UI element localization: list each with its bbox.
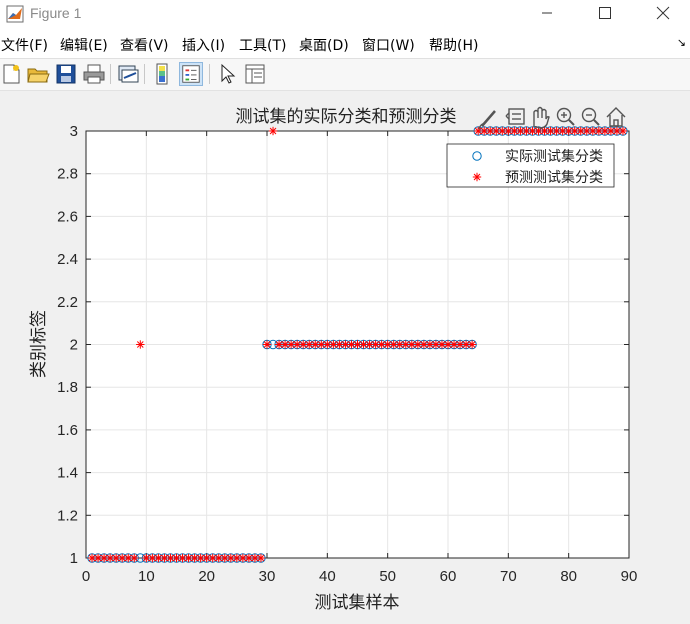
home-icon[interactable]	[606, 107, 626, 127]
x-tick-label: 50	[379, 568, 396, 585]
menu-help[interactable]: 帮助(H)	[429, 35, 478, 55]
figure-toolbar	[0, 59, 690, 91]
predicted-point	[256, 553, 266, 563]
x-tick-label: 0	[82, 568, 90, 585]
data-tips-icon[interactable]	[505, 108, 525, 125]
x-tick-label: 30	[259, 568, 276, 585]
predicted-point	[262, 340, 272, 349]
y-tick-label: 2.8	[57, 166, 78, 183]
y-tick-label: 2.2	[57, 294, 78, 311]
legend[interactable]: 实际测试集分类 预测测试集分类	[446, 143, 615, 188]
zoom-out-icon[interactable]	[581, 107, 600, 126]
y-tick-label: 2.4	[57, 251, 78, 268]
legend-actual-label: 实际测试集分类	[505, 148, 603, 165]
zoom-in-icon[interactable]	[556, 107, 575, 126]
predicted-point	[618, 126, 628, 136]
legend-predicted-marker	[472, 172, 482, 182]
y-tick-label: 3	[70, 123, 78, 140]
y-tick-label: 1.2	[57, 507, 78, 524]
y-tick-label: 2.6	[57, 208, 78, 225]
y-tick-label: 1	[70, 550, 78, 567]
predicted-point	[467, 340, 477, 349]
y-axis-label: 类别标签	[29, 310, 49, 378]
menu-edit[interactable]: 编辑(E)	[60, 35, 108, 55]
y-tick-label: 1.4	[57, 465, 78, 482]
open-file-icon[interactable]	[26, 62, 50, 86]
menu-overflow-icon[interactable]: ↘	[677, 36, 686, 49]
print-icon[interactable]	[82, 62, 106, 86]
menu-tools[interactable]: 工具(T)	[239, 35, 286, 55]
axes-toolbar	[478, 106, 626, 130]
y-tick-label: 2	[70, 337, 78, 354]
y-tick-label: 1.8	[57, 379, 78, 396]
legend-icon[interactable]	[179, 62, 203, 86]
menu-bar: 文件(F) 编辑(E) 查看(V) 插入(I) 工具(T) 桌面(D) 窗口(W…	[0, 28, 690, 59]
legend-predicted-label: 预测测试集分类	[505, 169, 603, 186]
y-tick-label: 1.6	[57, 422, 78, 439]
predicted-point	[268, 126, 278, 136]
predicted-point	[130, 553, 139, 563]
property-inspector-icon[interactable]	[243, 62, 267, 86]
x-tick-label: 80	[560, 568, 577, 585]
menu-view[interactable]: 查看(V)	[120, 35, 169, 55]
legend-asterisk	[472, 172, 482, 182]
link-plot-icon[interactable]	[116, 62, 140, 86]
brush-icon[interactable]	[478, 110, 496, 130]
x-axis-label: 测试集样本	[315, 593, 400, 613]
x-tick-label: 70	[500, 568, 517, 585]
x-tick-label: 10	[138, 568, 155, 585]
predicted-point	[136, 340, 145, 349]
save-icon[interactable]	[54, 62, 78, 86]
x-tick-label: 60	[440, 568, 457, 585]
new-figure-icon[interactable]	[0, 62, 24, 86]
title-bar: Figure 1	[0, 0, 690, 28]
chart-title: 测试集的实际分类和预测分类	[236, 107, 457, 127]
x-tick-label: 20	[198, 568, 215, 585]
figure-canvas: 0 10 20 30 40 50 60 70 80 90 1 1.2 1.4 1.6 1.8 2 2.2 2.4 2…	[0, 91, 690, 620]
x-tick-label: 40	[319, 568, 336, 585]
matlab-logo-icon	[6, 5, 24, 23]
menu-insert[interactable]: 插入(I)	[182, 35, 225, 55]
maximize-button[interactable]	[590, 2, 620, 24]
minimize-button[interactable]	[532, 2, 562, 24]
menu-desktop[interactable]: 桌面(D)	[299, 35, 349, 55]
colorbar-icon[interactable]	[151, 62, 175, 86]
pan-icon[interactable]	[533, 106, 550, 129]
scatter-chart: 0 10 20 30 40 50 60 70 80 90 1 1.2 1.4 1.6 1.8 2 2.2 2.4 2…	[29, 106, 638, 613]
close-button[interactable]	[648, 2, 678, 24]
edit-plot-icon[interactable]	[216, 62, 240, 86]
menu-file[interactable]: 文件(F)	[1, 35, 48, 55]
x-tick-label: 90	[621, 568, 638, 585]
menu-window[interactable]: 窗口(W)	[362, 35, 415, 55]
window-title: Figure 1	[30, 5, 82, 21]
